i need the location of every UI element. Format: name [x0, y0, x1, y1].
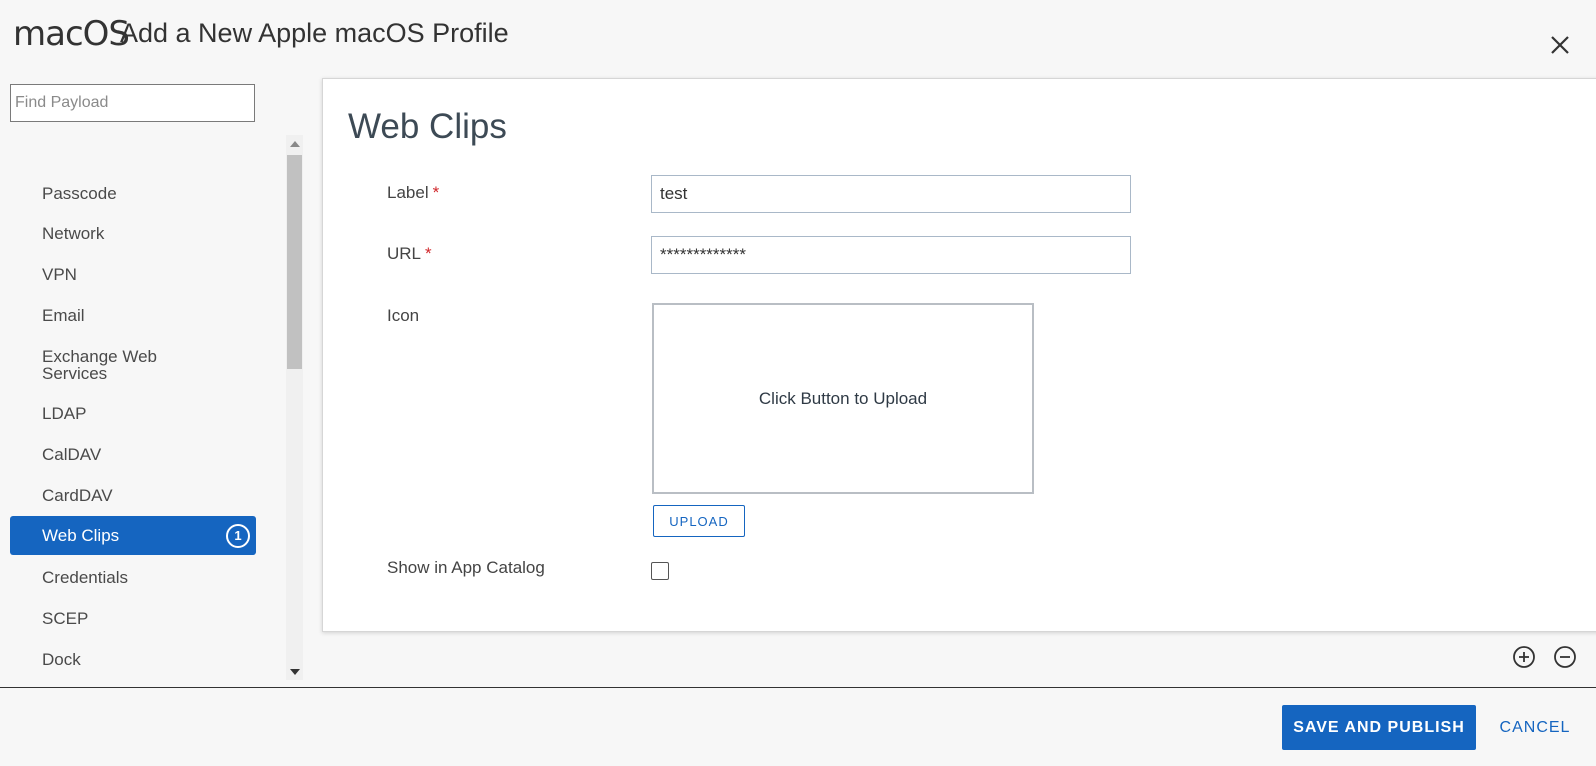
count-badge: 1 [226, 524, 250, 548]
panel-title: Web Clips [348, 107, 507, 146]
sidebar-item-scep[interactable]: SCEP [10, 610, 256, 627]
sidebar-item-vpn[interactable]: VPN [10, 266, 256, 283]
scroll-thumb[interactable] [287, 155, 302, 369]
show-in-catalog-checkbox[interactable] [651, 562, 669, 580]
scroll-up-arrow-icon[interactable] [286, 135, 303, 152]
sidebar-item-email[interactable]: Email [10, 307, 256, 324]
sidebar-item-label: VPN [42, 265, 77, 284]
sidebar-item-label: Network [42, 224, 105, 243]
sidebar-item-credentials[interactable]: Credentials [10, 569, 256, 586]
sidebar-item-label: Web Clips [42, 526, 120, 545]
sidebar-item-label-line2: Services [42, 364, 108, 383]
icon-upload-dropzone: Click Button to Upload [652, 303, 1034, 494]
required-marker: * [425, 244, 432, 263]
label-field-text: Label [387, 183, 429, 202]
cancel-button[interactable]: CANCEL [1490, 705, 1580, 750]
minus-circle-icon[interactable] [1553, 645, 1577, 669]
show-in-catalog-label: Show in App Catalog [387, 558, 545, 577]
sidebar-item-label-line1: Exchange Web [42, 347, 157, 366]
scroll-down-arrow-icon[interactable] [286, 663, 303, 680]
url-input[interactable] [651, 236, 1131, 274]
sidebar-item-label: Email [42, 306, 85, 325]
sidebar-item-label: LDAP [42, 404, 87, 423]
label-input[interactable] [651, 175, 1131, 213]
dialog-header: macOS Add a New Apple macOS Profile [0, 0, 1596, 72]
url-field-label: URL * [387, 244, 432, 264]
upload-prompt: Click Button to Upload [758, 388, 928, 408]
dialog-title: Add a New Apple macOS Profile [120, 18, 509, 48]
url-field-text: URL [387, 244, 422, 263]
profile-dialog: macOS Add a New Apple macOS Profile Pass… [0, 0, 1596, 766]
save-and-publish-button[interactable]: SAVE AND PUBLISH [1282, 705, 1476, 750]
sidebar-item-network[interactable]: Network [10, 225, 256, 242]
sidebar-item-passcode[interactable]: Passcode [10, 185, 256, 202]
sidebar-scrollbar[interactable] [286, 135, 303, 680]
sidebar-item-label: Credentials [42, 568, 128, 587]
sidebar-item-caldav[interactable]: CalDAV [10, 446, 256, 463]
payload-list: Passcode Network VPN Email Exchange Web … [10, 135, 256, 680]
plus-circle-icon[interactable] [1512, 645, 1536, 669]
sidebar-item-carddav[interactable]: CardDAV [10, 487, 256, 504]
sidebar-item-label: CalDAV [42, 445, 102, 464]
sidebar-item-exchange-web-services[interactable]: Exchange Web Services [10, 348, 256, 382]
find-payload-input[interactable] [10, 84, 255, 122]
sidebar-item-ldap[interactable]: LDAP [10, 405, 256, 422]
sidebar-item-label: SCEP [42, 609, 89, 628]
sidebar-item-label: Dock [42, 650, 81, 669]
sidebar-item-dock[interactable]: Dock [10, 651, 256, 668]
sidebar-item-label: CardDAV [42, 486, 113, 505]
close-icon[interactable] [1547, 32, 1573, 58]
sidebar-item-label: Passcode [42, 184, 117, 203]
dialog-footer: SAVE AND PUBLISH CANCEL [0, 688, 1596, 766]
platform-brand: macOS [13, 14, 130, 54]
icon-field-label: Icon [387, 306, 420, 325]
upload-button[interactable]: UPLOAD [653, 505, 745, 537]
sidebar-item-web-clips[interactable]: Web Clips 1 [10, 516, 256, 555]
required-marker: * [432, 183, 440, 202]
label-field-label: Label * [387, 183, 439, 203]
payload-panel: Web Clips Label* URL* Icon Click Button … [322, 78, 1596, 632]
